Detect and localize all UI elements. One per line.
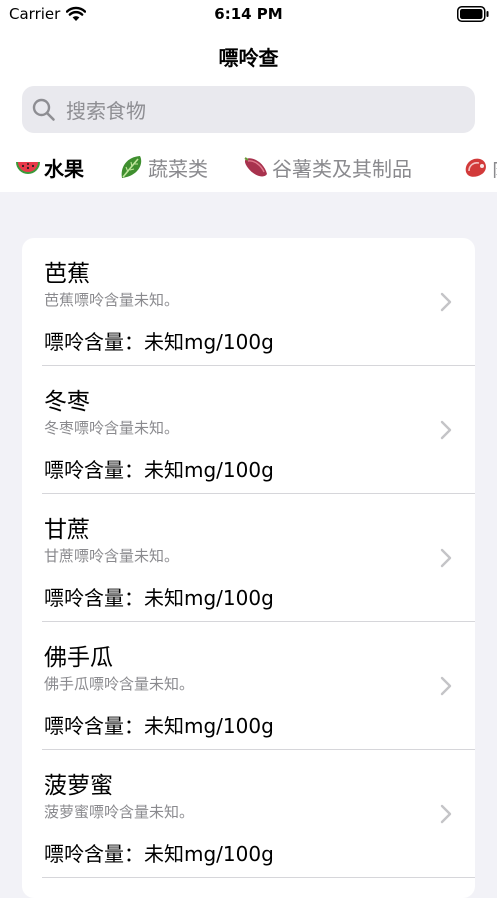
chevron-right-icon — [440, 548, 452, 572]
tab-meat[interactable]: 肉 — [462, 150, 497, 184]
food-name: 菠萝蜜 — [44, 773, 113, 799]
food-description: 菠萝蜜嘌呤含量未知。 — [44, 803, 195, 821]
search-icon — [32, 98, 56, 126]
chevron-right-icon — [440, 804, 452, 828]
chevron-right-icon — [440, 292, 452, 316]
status-bar: Carrier 6:14 PM — [0, 0, 497, 30]
purine-content: 嘌呤含量：未知mg/100g — [44, 330, 274, 354]
divider — [42, 877, 475, 878]
leafy-greens-icon — [118, 154, 146, 180]
search-input[interactable] — [64, 86, 468, 135]
food-description: 冬枣嘌呤含量未知。 — [44, 419, 180, 437]
tab-grains-tubers-label: 谷薯类及其制品 — [272, 156, 412, 181]
tab-grains-tubers[interactable]: 谷薯类及其制品 — [242, 150, 412, 184]
header-area: Carrier 6:14 PM 嘌呤查 搜索食物 水果 蔬菜类 谷薯类及其制品 — [0, 0, 497, 192]
chevron-right-icon — [440, 676, 452, 700]
purine-content: 嘌呤含量：未知mg/100g — [44, 586, 274, 610]
category-tabs: 水果 蔬菜类 谷薯类及其制品 — [0, 150, 497, 186]
food-name: 冬枣 — [44, 389, 90, 415]
food-name: 甘蔗 — [44, 517, 90, 543]
food-description: 芭蕉嘌呤含量未知。 — [44, 291, 180, 309]
sweet-potato-icon — [242, 154, 270, 180]
food-list: 芭蕉 芭蕉嘌呤含量未知。 嘌呤含量：未知mg/100g 冬枣 冬枣嘌呤含量未知。… — [22, 238, 475, 898]
list-item[interactable]: 冬枣 冬枣嘌呤含量未知。 嘌呤含量：未知mg/100g — [22, 366, 475, 494]
tab-vegetables-label: 蔬菜类 — [148, 156, 208, 181]
list-item[interactable]: 芭蕉 芭蕉嘌呤含量未知。 嘌呤含量：未知mg/100g — [22, 238, 475, 366]
tab-fruit[interactable]: 水果 — [14, 150, 84, 184]
list-item[interactable]: 佛手瓜 佛手瓜嘌呤含量未知。 嘌呤含量：未知mg/100g — [22, 622, 475, 750]
food-name: 佛手瓜 — [44, 645, 113, 671]
clock: 6:14 PM — [214, 5, 283, 23]
chevron-right-icon — [440, 420, 452, 444]
tab-fruit-label: 水果 — [44, 156, 84, 181]
purine-content: 嘌呤含量：未知mg/100g — [44, 714, 274, 738]
food-description: 佛手瓜嘌呤含量未知。 — [44, 675, 195, 693]
tab-vegetables[interactable]: 蔬菜类 — [118, 150, 208, 184]
battery-icon — [457, 6, 489, 26]
page-title: 嘌呤查 — [218, 46, 279, 70]
food-name: 芭蕉 — [44, 261, 90, 287]
search-bar[interactable] — [22, 86, 475, 135]
list-item[interactable]: 菠萝蜜 菠萝蜜嘌呤含量未知。 嘌呤含量：未知mg/100g — [22, 750, 475, 878]
purine-content: 嘌呤含量：未知mg/100g — [44, 842, 274, 866]
meat-icon — [462, 154, 490, 180]
food-description: 甘蔗嘌呤含量未知。 — [44, 547, 180, 565]
purine-content: 嘌呤含量：未知mg/100g — [44, 458, 274, 482]
watermelon-icon — [14, 154, 42, 180]
list-item[interactable]: 甘蔗 甘蔗嘌呤含量未知。 嘌呤含量：未知mg/100g — [22, 494, 475, 622]
tab-meat-label: 肉 — [492, 153, 497, 182]
